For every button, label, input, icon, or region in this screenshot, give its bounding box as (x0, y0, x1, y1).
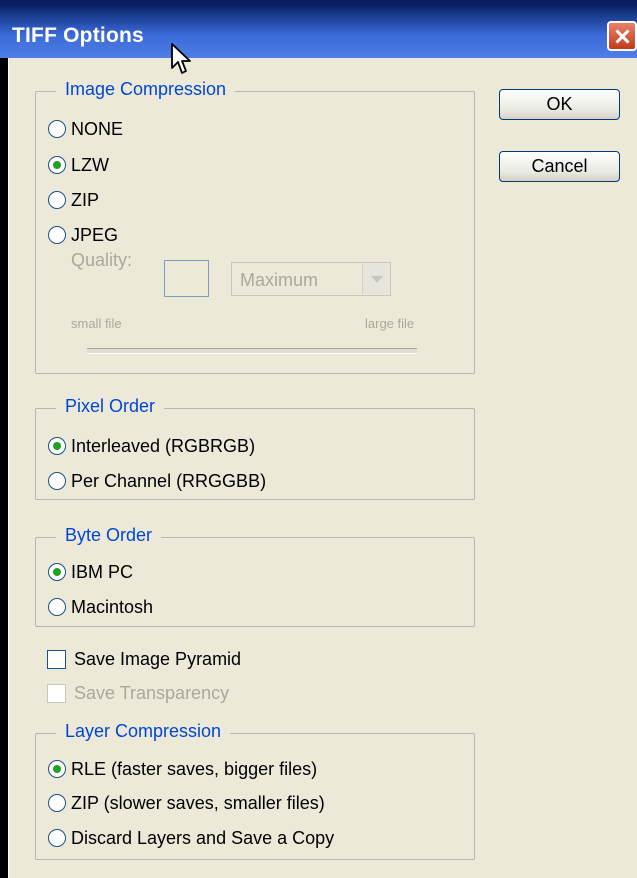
radio-label: ZIP (slower saves, smaller files) (71, 792, 325, 813)
radio-button[interactable] (48, 794, 66, 812)
checkbox-label: Save Transparency (74, 682, 230, 703)
radio-button[interactable] (48, 437, 66, 455)
image-compression-legend: Image Compression (56, 79, 236, 100)
pixel-order-group: Pixel Order Interleaved (RGBRGB) Per Cha… (35, 396, 475, 500)
mouse-pointer-icon (171, 43, 191, 74)
radio-label: LZW (71, 154, 109, 175)
radio-compression-zip[interactable]: ZIP (48, 187, 99, 213)
title-bar[interactable]: TIFF Options (0, 0, 637, 58)
layer-compression-group: Layer Compression RLE (faster saves, big… (35, 721, 475, 860)
checkbox-box (47, 683, 66, 703)
radio-label: JPEG (71, 224, 119, 245)
radio-button[interactable] (48, 191, 66, 209)
radio-label: Discard Layers and Save a Copy (71, 827, 335, 848)
radio-discard-layers[interactable]: Discard Layers and Save a Copy (48, 825, 334, 851)
large-file-label: large file (365, 316, 415, 331)
radio-button[interactable] (48, 156, 66, 174)
window-title: TIFF Options (12, 24, 144, 47)
tiff-options-dialog: TIFF Options Image Compression NONE LZW … (0, 0, 637, 878)
radio-button[interactable] (48, 563, 66, 581)
cancel-button[interactable]: Cancel (499, 151, 620, 182)
small-file-label: small file (71, 316, 122, 331)
radio-ibm-pc[interactable]: IBM PC (48, 559, 133, 585)
quality-dropdown[interactable]: Maximum (231, 262, 391, 296)
layer-compression-legend: Layer Compression (56, 721, 231, 742)
radio-label: RLE (faster saves, bigger files) (71, 758, 318, 779)
radio-button[interactable] (48, 829, 66, 847)
byte-order-group: Byte Order IBM PC Macintosh (35, 525, 475, 627)
radio-button[interactable] (48, 226, 66, 244)
radio-button[interactable] (48, 472, 66, 490)
pixel-order-legend: Pixel Order (56, 396, 165, 417)
quality-slider[interactable] (87, 348, 417, 354)
radio-zip-layers[interactable]: ZIP (slower saves, smaller files) (48, 790, 325, 816)
quality-label: Quality: (71, 250, 133, 270)
save-transparency-checkbox: Save Transparency (47, 680, 229, 706)
dialog-body: Image Compression NONE LZW ZIP JPEG Qual… (8, 58, 637, 878)
image-compression-group: Image Compression NONE LZW ZIP JPEG (35, 79, 475, 374)
chevron-down-icon[interactable] (362, 264, 389, 294)
quality-input[interactable] (164, 260, 209, 297)
radio-label: IBM PC (71, 561, 134, 582)
radio-macintosh[interactable]: Macintosh (48, 594, 153, 620)
quality-dropdown-value: Maximum (240, 270, 319, 290)
radio-label: Per Channel (RRGGBB) (71, 470, 267, 491)
ok-button[interactable]: OK (499, 89, 620, 120)
byte-order-legend: Byte Order (56, 525, 162, 546)
close-button[interactable] (607, 21, 637, 51)
radio-label: ZIP (71, 189, 100, 210)
radio-label: NONE (71, 118, 124, 139)
radio-interleaved[interactable]: Interleaved (RGBRGB) (48, 433, 255, 459)
radio-compression-lzw[interactable]: LZW (48, 152, 109, 178)
radio-compression-jpeg[interactable]: JPEG (48, 222, 118, 248)
radio-rle[interactable]: RLE (faster saves, bigger files) (48, 756, 317, 782)
radio-button[interactable] (48, 120, 66, 138)
radio-per-channel[interactable]: Per Channel (RRGGBB) (48, 468, 266, 494)
checkbox-box[interactable] (47, 649, 66, 669)
radio-button[interactable] (48, 760, 66, 778)
radio-label: Macintosh (71, 596, 154, 617)
save-image-pyramid-checkbox[interactable]: Save Image Pyramid (47, 646, 241, 672)
checkbox-label: Save Image Pyramid (74, 648, 242, 669)
radio-label: Interleaved (RGBRGB) (71, 435, 256, 456)
radio-compression-none[interactable]: NONE (48, 116, 123, 142)
radio-button[interactable] (48, 598, 66, 616)
